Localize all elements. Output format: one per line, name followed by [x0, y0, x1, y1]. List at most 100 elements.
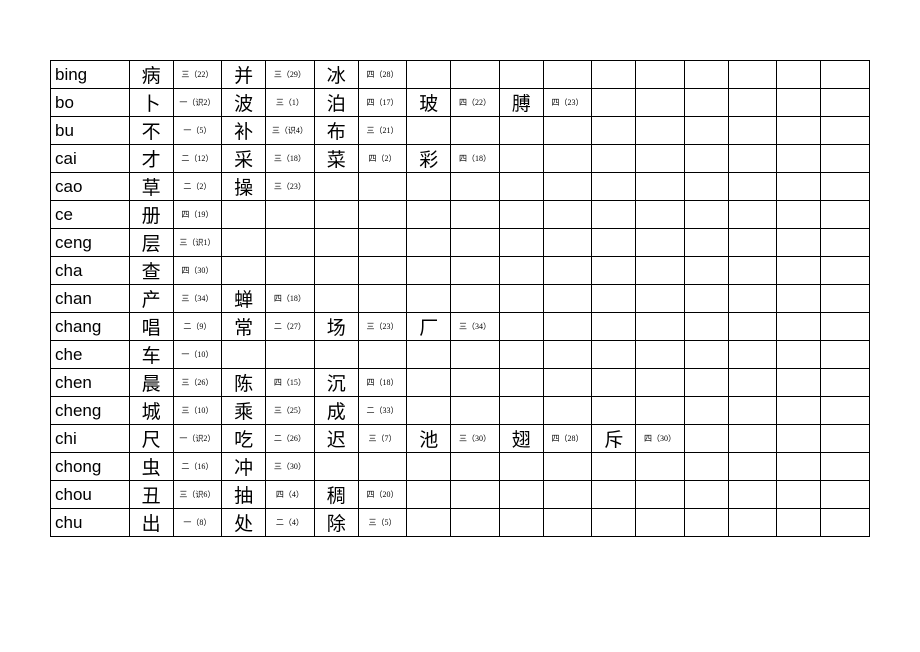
table-row: che车一（10）: [51, 341, 870, 369]
reference-cell: 一（识2）: [173, 425, 222, 453]
character-cell: 丑: [129, 481, 173, 509]
character-cell: [777, 145, 821, 173]
pinyin-cell: cai: [51, 145, 130, 173]
character-cell: [499, 173, 543, 201]
character-cell: [592, 453, 636, 481]
reference-cell: [451, 481, 500, 509]
character-cell: [222, 257, 266, 285]
reference-cell: 三（23）: [358, 313, 407, 341]
character-cell: [777, 117, 821, 145]
character-cell: 不: [129, 117, 173, 145]
character-cell: 才: [129, 145, 173, 173]
character-cell: 处: [222, 509, 266, 537]
character-cell: [684, 341, 728, 369]
character-cell: [777, 397, 821, 425]
character-cell: [777, 257, 821, 285]
table-row: chong虫二（16）冲三（30）: [51, 453, 870, 481]
character-cell: [407, 341, 451, 369]
character-cell: [592, 145, 636, 173]
character-cell: 膊: [499, 89, 543, 117]
reference-cell: [821, 89, 870, 117]
reference-cell: [821, 257, 870, 285]
character-cell: [777, 313, 821, 341]
reference-cell: 三（30）: [451, 425, 500, 453]
character-cell: 晨: [129, 369, 173, 397]
character-cell: [222, 201, 266, 229]
character-cell: [684, 229, 728, 257]
pinyin-cell: chang: [51, 313, 130, 341]
character-cell: [777, 509, 821, 537]
reference-cell: 三（10）: [173, 397, 222, 425]
character-cell: [684, 145, 728, 173]
pinyin-cell: bing: [51, 61, 130, 89]
pinyin-cell: cao: [51, 173, 130, 201]
reference-cell: [728, 481, 777, 509]
character-cell: 沉: [314, 369, 358, 397]
reference-cell: [451, 173, 500, 201]
table-row: ce册四（19）: [51, 201, 870, 229]
reference-cell: 三（22）: [173, 61, 222, 89]
reference-cell: [543, 117, 592, 145]
reference-cell: [728, 369, 777, 397]
character-cell: [592, 313, 636, 341]
character-cell: [407, 285, 451, 313]
table-row: chou丑三（识6）抽四（4）稠四（20）: [51, 481, 870, 509]
reference-cell: [821, 117, 870, 145]
character-cell: [314, 285, 358, 313]
reference-cell: 三（23）: [266, 173, 315, 201]
reference-cell: [451, 61, 500, 89]
character-cell: [592, 481, 636, 509]
character-cell: [684, 285, 728, 313]
reference-cell: 三（34）: [173, 285, 222, 313]
character-cell: [592, 285, 636, 313]
pinyin-cell: chi: [51, 425, 130, 453]
reference-cell: 四（19）: [173, 201, 222, 229]
character-cell: 迟: [314, 425, 358, 453]
character-cell: [407, 117, 451, 145]
reference-cell: 二（4）: [266, 509, 315, 537]
character-cell: [407, 61, 451, 89]
reference-cell: [543, 369, 592, 397]
character-cell: 操: [222, 173, 266, 201]
reference-cell: 二（33）: [358, 397, 407, 425]
character-cell: [684, 397, 728, 425]
reference-cell: [451, 229, 500, 257]
reference-cell: [728, 313, 777, 341]
reference-cell: [636, 481, 685, 509]
character-cell: 池: [407, 425, 451, 453]
character-cell: [592, 173, 636, 201]
character-cell: [499, 229, 543, 257]
reference-cell: [636, 313, 685, 341]
character-cell: [499, 453, 543, 481]
character-cell: [684, 509, 728, 537]
character-cell: 蝉: [222, 285, 266, 313]
character-cell: [592, 341, 636, 369]
character-cell: [499, 285, 543, 313]
reference-cell: 四（30）: [173, 257, 222, 285]
reference-cell: [728, 257, 777, 285]
reference-cell: [451, 397, 500, 425]
reference-cell: 四（4）: [266, 481, 315, 509]
reference-cell: [358, 453, 407, 481]
reference-cell: [728, 509, 777, 537]
reference-cell: 三（1）: [266, 89, 315, 117]
reference-cell: 一（8）: [173, 509, 222, 537]
reference-cell: [821, 201, 870, 229]
reference-cell: [636, 369, 685, 397]
character-cell: 除: [314, 509, 358, 537]
character-cell: 冰: [314, 61, 358, 89]
character-cell: [777, 481, 821, 509]
reference-cell: [451, 509, 500, 537]
reference-cell: [728, 397, 777, 425]
character-cell: 并: [222, 61, 266, 89]
reference-cell: [266, 201, 315, 229]
reference-cell: 三（7）: [358, 425, 407, 453]
character-cell: [684, 257, 728, 285]
reference-cell: [821, 61, 870, 89]
pinyin-cell: ce: [51, 201, 130, 229]
character-cell: 布: [314, 117, 358, 145]
character-cell: 病: [129, 61, 173, 89]
reference-cell: [821, 145, 870, 173]
reference-cell: [821, 481, 870, 509]
character-cell: [684, 173, 728, 201]
